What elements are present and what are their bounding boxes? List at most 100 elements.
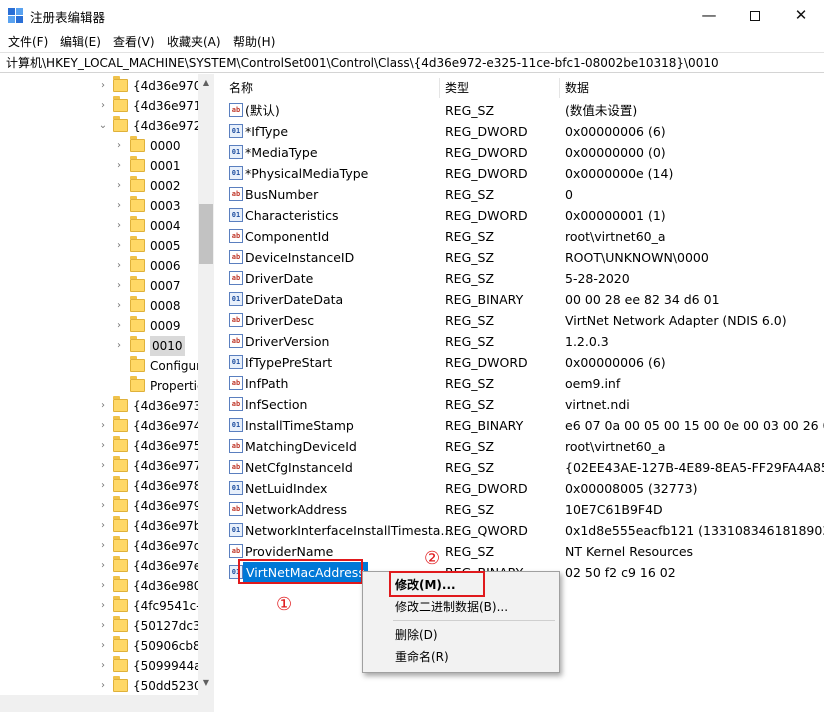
- menu-item-modify-binary[interactable]: 修改二进制数据(B)...: [363, 596, 559, 618]
- value-row[interactable]: ab DriverDate REG_SZ 5-28-2020: [221, 268, 824, 289]
- menu-help[interactable]: 帮助(H): [233, 33, 275, 50]
- chevron-right-icon[interactable]: ›: [98, 516, 108, 536]
- chevron-right-icon[interactable]: ›: [114, 316, 124, 336]
- tree-item-key[interactable]: › {4d36e97d-: [0, 536, 206, 556]
- value-row[interactable]: 01 DriverDateData REG_BINARY 00 00 28 ee 82…: [221, 289, 824, 310]
- maximize-button[interactable]: [732, 0, 778, 31]
- chevron-down-icon[interactable]: ⌄: [98, 116, 108, 136]
- tree-item-key[interactable]: › {4d36e973-: [0, 396, 206, 416]
- value-row[interactable]: 01 NetLuidIndex REG_DWORD 0x00008005 (32773…: [221, 478, 824, 499]
- menu-item-rename[interactable]: 重命名(R): [363, 646, 559, 668]
- value-row[interactable]: 01 IfTypePreStart REG_DWORD 0x00000006 (6): [221, 352, 824, 373]
- tree-item-key[interactable]: › {5099944a-: [0, 656, 206, 676]
- value-row[interactable]: ab NetworkAddress REG_SZ 10E7C61B9F4D: [221, 499, 824, 520]
- tree-horizontal-scrollbar[interactable]: [0, 695, 214, 712]
- chevron-right-icon[interactable]: ›: [98, 396, 108, 416]
- tree-item-key[interactable]: › {4d36e980-: [0, 576, 206, 596]
- chevron-right-icon[interactable]: ›: [98, 96, 108, 116]
- chevron-right-icon[interactable]: ›: [98, 556, 108, 576]
- close-button[interactable]: ✕: [778, 0, 824, 31]
- tree-item-subkey[interactable]: › 0006: [0, 256, 198, 276]
- value-row[interactable]: ab NetCfgInstanceId REG_SZ {02EE43AE-127B-4…: [221, 457, 824, 478]
- menu-favorites[interactable]: 收藏夹(A): [167, 33, 221, 50]
- value-row[interactable]: 01 InstallTimeStamp REG_BINARY e6 07 0a 00 …: [221, 415, 824, 436]
- tree-vertical-scrollbar[interactable]: [198, 74, 214, 712]
- chevron-right-icon[interactable]: ›: [98, 596, 108, 616]
- tree-item-subkey[interactable]: › 0005: [0, 236, 198, 256]
- tree-item-key[interactable]: › {4d36e978-: [0, 476, 206, 496]
- value-row[interactable]: 01 *PhysicalMediaType REG_DWORD 0x0000000e …: [221, 163, 824, 184]
- value-row[interactable]: 01 Characteristics REG_DWORD 0x00000001 (1): [221, 205, 824, 226]
- tree-item-subkey[interactable]: Configur: [0, 356, 201, 376]
- tree-item-key[interactable]: › {4d36e97e-: [0, 556, 206, 576]
- value-row[interactable]: ab InfPath REG_SZ oem9.inf: [221, 373, 824, 394]
- column-separator[interactable]: [559, 78, 560, 98]
- value-row[interactable]: 01 NetworkInterfaceInstallTimesta... REG_Q…: [221, 520, 824, 541]
- tree-item-subkey[interactable]: › 0000: [0, 136, 198, 156]
- tree-item-subkey[interactable]: › 0002: [0, 176, 198, 196]
- value-row[interactable]: 01 *IfType REG_DWORD 0x00000006 (6): [221, 121, 824, 142]
- tree-item-key[interactable]: › {4fc9541c-(: [0, 596, 205, 616]
- tree-item-subkey[interactable]: › 0010: [0, 336, 198, 356]
- chevron-right-icon[interactable]: ›: [114, 276, 124, 296]
- tree-item-key[interactable]: › {4d36e974-: [0, 416, 206, 436]
- value-row[interactable]: ab DeviceInstanceID REG_SZ ROOT\UNKNOWN\000…: [221, 247, 824, 268]
- chevron-right-icon[interactable]: ›: [114, 336, 124, 356]
- tree-item-subkey[interactable]: › 0008: [0, 296, 198, 316]
- tree-item-key[interactable]: › {4d36e979-: [0, 496, 206, 516]
- chevron-right-icon[interactable]: ›: [114, 236, 124, 256]
- tree-item-key[interactable]: › {4d36e97b-: [0, 516, 206, 536]
- tree-item-key[interactable]: › {50906cb8-: [0, 636, 205, 656]
- scroll-up-icon[interactable]: ▲: [198, 78, 214, 87]
- value-row[interactable]: ab ComponentId REG_SZ root\virtnet60_a: [221, 226, 824, 247]
- tree-item-subkey[interactable]: › 0001: [0, 156, 198, 176]
- chevron-right-icon[interactable]: ›: [114, 256, 124, 276]
- tree-item-subkey[interactable]: › 0004: [0, 216, 198, 236]
- chevron-right-icon[interactable]: ›: [98, 76, 108, 96]
- chevron-right-icon[interactable]: ›: [98, 636, 108, 656]
- chevron-right-icon[interactable]: ›: [114, 176, 124, 196]
- value-row[interactable]: 01 *MediaType REG_DWORD 0x00000000 (0): [221, 142, 824, 163]
- chevron-right-icon[interactable]: ›: [98, 676, 108, 696]
- chevron-right-icon[interactable]: ›: [98, 656, 108, 676]
- chevron-right-icon[interactable]: ›: [98, 456, 108, 476]
- chevron-right-icon[interactable]: ›: [114, 136, 124, 156]
- minimize-button[interactable]: —: [686, 0, 732, 31]
- chevron-right-icon[interactable]: ›: [98, 416, 108, 436]
- column-type-header[interactable]: 类型: [445, 78, 469, 98]
- chevron-right-icon[interactable]: ›: [98, 496, 108, 516]
- tree-item-key[interactable]: › {4d36e970-: [0, 76, 206, 96]
- menu-edit[interactable]: 编辑(E): [60, 33, 101, 50]
- tree-item-subkey[interactable]: › 0009: [0, 316, 198, 336]
- value-row[interactable]: ab DriverVersion REG_SZ 1.2.0.3: [221, 331, 824, 352]
- chevron-right-icon[interactable]: ›: [98, 476, 108, 496]
- column-data-header[interactable]: 数据: [565, 78, 589, 98]
- scroll-down-icon[interactable]: ▼: [198, 678, 214, 687]
- tree-item-subkey[interactable]: › 0007: [0, 276, 198, 296]
- menu-item-delete[interactable]: 删除(D): [363, 624, 559, 646]
- tree-item-key[interactable]: › {4d36e975-: [0, 436, 206, 456]
- tree-item-subkey[interactable]: › 0003: [0, 196, 198, 216]
- chevron-right-icon[interactable]: ›: [98, 536, 108, 556]
- chevron-right-icon[interactable]: ›: [98, 616, 108, 636]
- tree-scroll-thumb[interactable]: [199, 204, 213, 264]
- chevron-right-icon[interactable]: ›: [114, 156, 124, 176]
- chevron-right-icon[interactable]: ›: [98, 576, 108, 596]
- tree-item-key[interactable]: › {50dd5230-: [0, 676, 206, 696]
- value-row[interactable]: ab (默认) REG_SZ (数值未设置): [221, 100, 824, 121]
- value-row[interactable]: ab DriverDesc REG_SZ VirtNet Network Adapte…: [221, 310, 824, 331]
- value-row[interactable]: ab InfSection REG_SZ virtnet.ndi: [221, 394, 824, 415]
- chevron-right-icon[interactable]: ›: [114, 216, 124, 236]
- value-row[interactable]: ab BusNumber REG_SZ 0: [221, 184, 824, 205]
- column-name-header[interactable]: 名称: [229, 78, 253, 98]
- chevron-right-icon[interactable]: ›: [114, 296, 124, 316]
- menu-file[interactable]: 文件(F): [8, 33, 48, 50]
- tree-item-key[interactable]: › {50127dc3-: [0, 616, 205, 636]
- tree-item-key[interactable]: ⌄ {4d36e972-: [0, 116, 206, 136]
- chevron-right-icon[interactable]: ›: [114, 196, 124, 216]
- tree-item-key[interactable]: › {4d36e971-: [0, 96, 206, 116]
- column-separator[interactable]: [439, 78, 440, 98]
- address-bar[interactable]: 计算机\HKEY_LOCAL_MACHINE\SYSTEM\ControlSet…: [0, 52, 824, 73]
- menu-view[interactable]: 查看(V): [113, 33, 155, 50]
- tree-item-subkey[interactable]: Propertie: [0, 376, 204, 396]
